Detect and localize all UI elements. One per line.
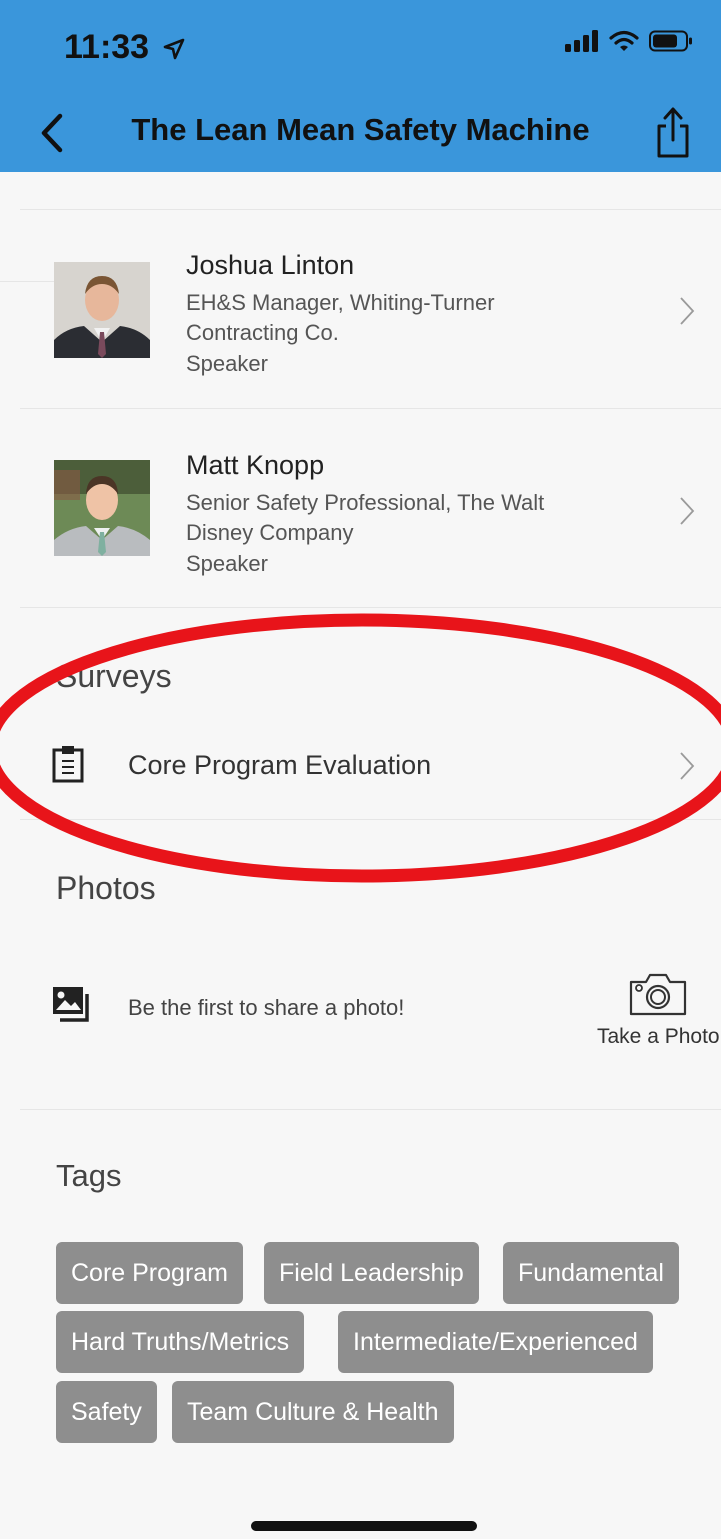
- camera-icon: [629, 973, 687, 1016]
- divider: [20, 209, 721, 210]
- speaker-type: Speaker: [186, 551, 268, 576]
- chevron-right-icon: [680, 497, 695, 525]
- signal-icon: [565, 30, 598, 52]
- avatar: [54, 262, 150, 358]
- tag-chip[interactable]: Team Culture & Health: [172, 1381, 454, 1443]
- page-title: The Lean Mean Safety Machine: [131, 112, 590, 147]
- speaker-name: Matt Knopp: [186, 450, 325, 480]
- tag-chip[interactable]: Safety: [56, 1381, 157, 1443]
- speaker-role: EH&S Manager, Whiting-Turner Contracting…: [186, 290, 495, 345]
- chevron-right-icon: [680, 297, 695, 325]
- divider: [20, 819, 721, 820]
- navigation-arrow-icon: [163, 38, 184, 60]
- clipboard-icon: [52, 746, 84, 783]
- status-time-text: 11:33: [64, 28, 150, 66]
- photos-section-title: Photos: [56, 870, 156, 906]
- photo-gallery-icon: [53, 987, 89, 1022]
- tag-chip[interactable]: Hard Truths/Metrics: [56, 1311, 305, 1373]
- speaker-role: Senior Safety Professional, The Walt Dis…: [186, 490, 545, 545]
- wifi-icon: [609, 30, 639, 51]
- tag-chip[interactable]: Field Leadership: [264, 1242, 479, 1304]
- surveys-section-title: Surveys: [56, 658, 172, 694]
- speaker-type: Speaker: [186, 351, 268, 376]
- header-bar: 11:33 The Lean Mean Safety Machine: [0, 0, 721, 172]
- status-icons: [565, 30, 693, 52]
- avatar: [54, 460, 150, 556]
- speaker-name: Joshua Linton: [186, 250, 355, 280]
- tag-chip[interactable]: Intermediate/Experienced: [338, 1311, 653, 1373]
- home-indicator: [251, 1521, 477, 1531]
- divider: [20, 1109, 721, 1110]
- chevron-right-icon: [680, 752, 695, 780]
- divider: [20, 607, 721, 608]
- speaker-row[interactable]: Joshua Linton EH&S Manager, Whiting-Turn…: [0, 218, 721, 408]
- battery-icon: [649, 30, 692, 52]
- share-button[interactable]: [653, 104, 693, 160]
- tag-chip[interactable]: Core Program: [56, 1242, 243, 1304]
- speaker-row[interactable]: Matt Knopp Senior Safety Professional, T…: [0, 418, 721, 608]
- share-icon: [657, 107, 689, 158]
- tag-chip[interactable]: Fundamental: [503, 1242, 679, 1304]
- status-time: 11:33: [64, 28, 185, 67]
- divider: [20, 408, 721, 409]
- photos-empty-text: Be the first to share a photo!: [128, 995, 405, 1020]
- tags-section-title: Tags: [56, 1158, 122, 1193]
- survey-item-label: Core Program Evaluation: [128, 750, 432, 780]
- take-photo-label: Take a Photo: [597, 1025, 720, 1048]
